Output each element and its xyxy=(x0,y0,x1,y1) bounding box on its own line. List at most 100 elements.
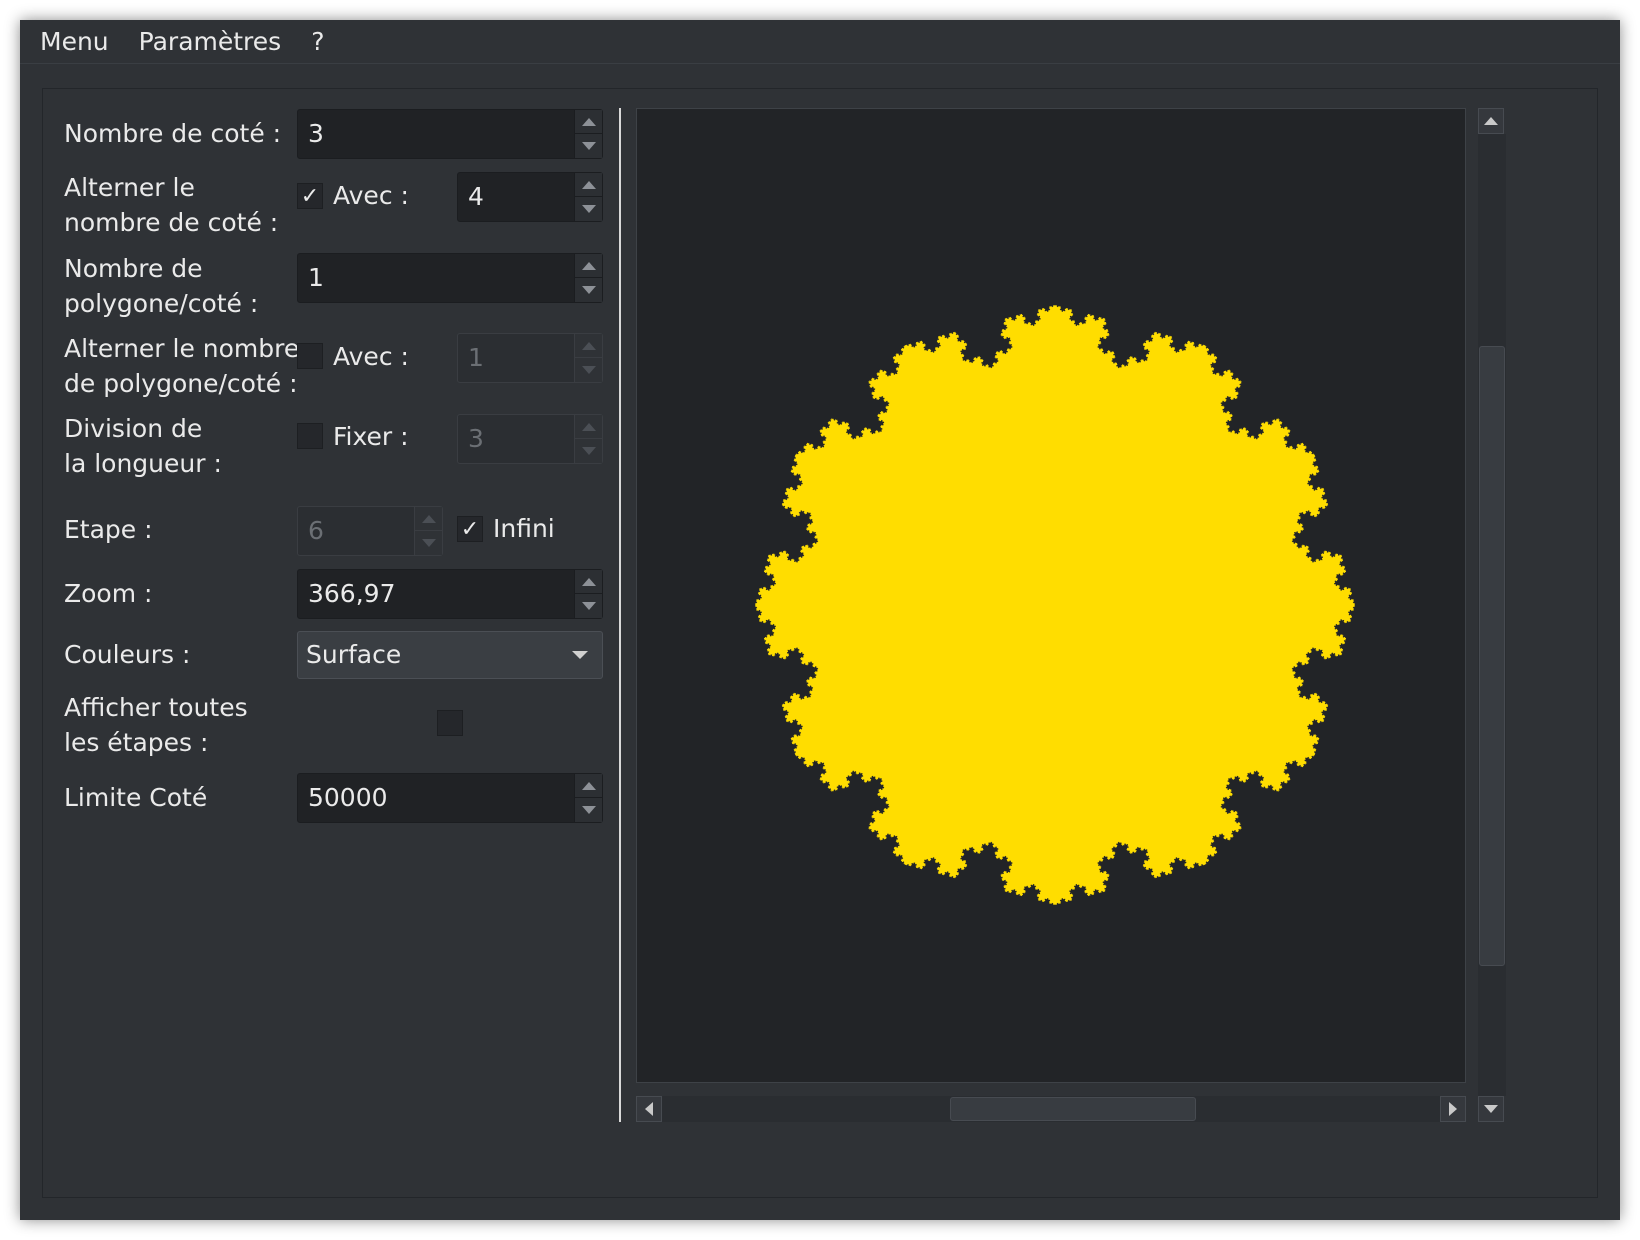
limit-value[interactable]: 50000 xyxy=(308,774,388,822)
arrow-down-icon xyxy=(582,142,596,150)
arrow-down-icon xyxy=(582,286,596,294)
sides-up-button[interactable] xyxy=(575,110,603,134)
polys-stepper xyxy=(574,254,603,302)
polys-down-button[interactable] xyxy=(575,278,603,302)
colors-select[interactable]: Surface xyxy=(297,631,603,679)
alt-sides-label-line1: Alterner le xyxy=(64,173,195,202)
alt-polys-with-label: Avec : xyxy=(333,342,409,371)
sides-stepper xyxy=(574,110,603,158)
alt-sides-stepper xyxy=(574,173,603,221)
polys-label-line2: polygone/coté : xyxy=(64,289,259,318)
arrow-down-icon xyxy=(582,602,596,610)
arrow-up-icon xyxy=(422,514,436,523)
menu-parametres[interactable]: Paramètres xyxy=(139,27,282,56)
zoom-value[interactable]: 366,97 xyxy=(308,570,395,618)
alt-sides-down-button[interactable] xyxy=(575,197,603,221)
arrow-up-icon xyxy=(1484,117,1498,125)
infinite-checkbox[interactable]: ✓ xyxy=(457,516,483,542)
vertical-scroll-thumb[interactable] xyxy=(1479,346,1505,966)
menu-bar: Menu Paramètres ? xyxy=(20,20,1620,64)
fractal-view[interactable] xyxy=(636,108,1466,1083)
zoom-label: Zoom : xyxy=(64,579,153,608)
alt-polys-value[interactable]: 1 xyxy=(468,334,484,382)
show-steps-label-line2: les étapes : xyxy=(64,728,209,757)
division-spinbox[interactable]: 3 xyxy=(457,414,603,464)
vertical-scroll-track[interactable] xyxy=(1478,134,1506,1096)
alt-polys-label-line1: Alterner le nombre xyxy=(64,334,300,363)
division-fix-checkbox[interactable] xyxy=(297,423,323,449)
zoom-down-button[interactable] xyxy=(575,594,603,618)
arrow-down-icon xyxy=(1484,1105,1498,1113)
arrow-down-icon xyxy=(582,447,596,455)
polys-value[interactable]: 1 xyxy=(308,254,324,302)
show-steps-checkbox[interactable] xyxy=(437,710,463,736)
colors-value: Surface xyxy=(306,640,402,669)
division-up-button[interactable] xyxy=(575,415,603,439)
alt-polys-stepper xyxy=(574,334,603,382)
step-stepper xyxy=(414,507,443,555)
division-label-line2: la longueur : xyxy=(64,449,222,478)
sides-label: Nombre de coté : xyxy=(64,119,282,148)
zoom-spinbox[interactable]: 366,97 xyxy=(297,569,603,619)
division-value[interactable]: 3 xyxy=(468,415,484,463)
alt-sides-up-button[interactable] xyxy=(575,173,603,197)
colors-label: Couleurs : xyxy=(64,640,191,669)
alt-sides-with-label: Avec : xyxy=(333,181,409,210)
alt-sides-spinbox[interactable]: 4 xyxy=(457,172,603,222)
step-value[interactable]: 6 xyxy=(308,507,324,555)
polys-spinbox[interactable]: 1 xyxy=(297,253,603,303)
alt-polys-spinbox[interactable]: 1 xyxy=(457,333,603,383)
scroll-left-button[interactable] xyxy=(636,1096,662,1122)
sides-spinbox[interactable]: 3 xyxy=(297,109,603,159)
alt-sides-value[interactable]: 4 xyxy=(468,173,484,221)
polys-label-line1: Nombre de xyxy=(64,254,203,283)
alt-polys-checkbox[interactable] xyxy=(297,343,323,369)
horizontal-scroll-track[interactable] xyxy=(662,1096,1440,1122)
step-up-button[interactable] xyxy=(415,507,443,531)
arrow-left-icon xyxy=(645,1102,653,1116)
limit-up-button[interactable] xyxy=(575,774,603,798)
arrow-up-icon xyxy=(582,577,596,586)
infinite-label: Infini xyxy=(493,514,555,543)
polys-up-button[interactable] xyxy=(575,254,603,278)
division-stepper xyxy=(574,415,603,463)
arrow-up-icon xyxy=(582,781,596,790)
arrow-down-icon xyxy=(422,539,436,547)
arrow-up-icon xyxy=(582,422,596,431)
alt-polys-up-button[interactable] xyxy=(575,334,603,358)
arrow-up-icon xyxy=(582,261,596,270)
sides-value[interactable]: 3 xyxy=(308,110,324,158)
scroll-down-button[interactable] xyxy=(1478,1096,1504,1122)
alt-sides-label-line2: nombre de coté : xyxy=(64,208,279,237)
menu-menu[interactable]: Menu xyxy=(40,27,109,56)
sides-down-button[interactable] xyxy=(575,134,603,158)
alt-polys-down-button[interactable] xyxy=(575,358,603,382)
limit-label: Limite Coté xyxy=(64,783,208,812)
arrow-down-icon xyxy=(582,806,596,814)
panel-splitter[interactable] xyxy=(619,108,621,1122)
division-down-button[interactable] xyxy=(575,439,603,463)
scroll-up-button[interactable] xyxy=(1478,108,1504,134)
arrow-up-icon xyxy=(582,180,596,189)
division-label-line1: Division de xyxy=(64,414,203,443)
alt-polys-label-line2: de polygone/coté : xyxy=(64,369,298,398)
limit-down-button[interactable] xyxy=(575,798,603,822)
menu-help[interactable]: ? xyxy=(311,27,324,56)
horizontal-scroll-thumb[interactable] xyxy=(950,1097,1196,1121)
step-label: Etape : xyxy=(64,515,153,544)
division-fix-label: Fixer : xyxy=(333,422,409,451)
chevron-down-icon xyxy=(572,651,588,659)
arrow-up-icon xyxy=(582,117,596,126)
show-steps-label-line1: Afficher toutes xyxy=(64,693,248,722)
arrow-down-icon xyxy=(582,205,596,213)
arrow-down-icon xyxy=(582,366,596,374)
step-spinbox[interactable]: 6 xyxy=(297,506,443,556)
scroll-right-button[interactable] xyxy=(1440,1096,1466,1122)
vertical-scrollbar[interactable] xyxy=(1478,108,1506,1122)
limit-spinbox[interactable]: 50000 xyxy=(297,773,603,823)
arrow-up-icon xyxy=(582,341,596,350)
alt-sides-checkbox[interactable]: ✓ xyxy=(297,183,323,209)
zoom-up-button[interactable] xyxy=(575,570,603,594)
step-down-button[interactable] xyxy=(415,531,443,555)
horizontal-scrollbar[interactable] xyxy=(636,1096,1466,1122)
